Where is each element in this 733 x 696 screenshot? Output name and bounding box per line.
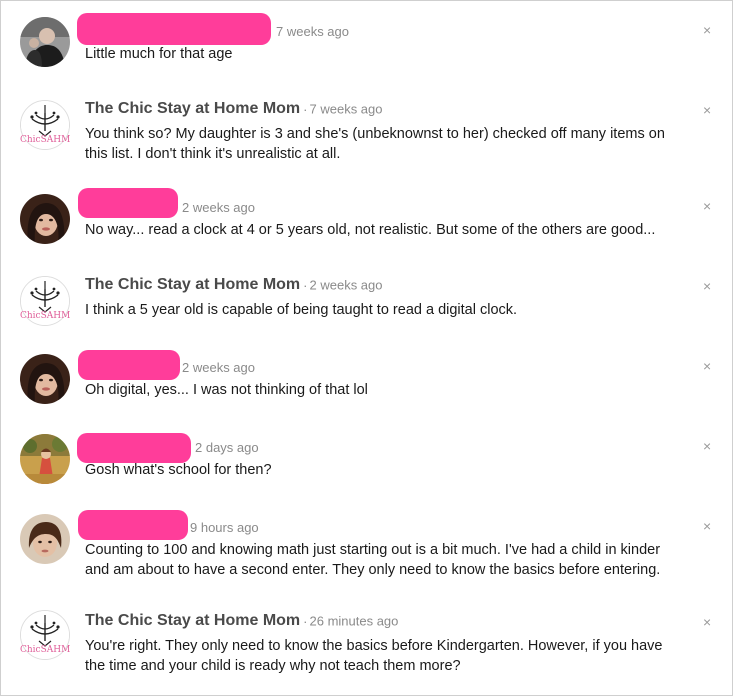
comment-text: Counting to 100 and knowing math just st… xyxy=(85,542,661,578)
comment-author[interactable]: The Chic Stay at Home Mom xyxy=(85,100,300,117)
comment-timestamp: 2 weeks ago xyxy=(309,277,383,293)
separator-dot: · xyxy=(303,101,308,117)
close-icon[interactable]: × xyxy=(703,359,711,373)
separator-dot: · xyxy=(303,613,308,629)
comments-panel: 7 weeks ago Little much for that age × C… xyxy=(0,0,733,696)
comment-text: I think a 5 year old is capable of being… xyxy=(85,302,518,318)
avatar[interactable] xyxy=(20,354,70,404)
redacted-author-name xyxy=(77,433,191,463)
garden-photo-icon xyxy=(20,434,70,484)
redacted-author-name xyxy=(77,13,271,45)
comment-text: No way... read a clock at 4 or 5 years o… xyxy=(85,222,656,238)
woman-photo-icon xyxy=(20,354,70,404)
comment-text: Oh digital, yes... I was not thinking of… xyxy=(85,382,368,398)
close-icon[interactable]: × xyxy=(703,23,711,37)
redacted-author-name xyxy=(78,350,180,380)
avatar[interactable] xyxy=(20,514,70,564)
comment-header: The Chic Stay at Home Mom · 7 weeks ago xyxy=(85,100,383,122)
close-icon[interactable]: × xyxy=(703,279,711,293)
separator-dot: · xyxy=(303,277,308,293)
close-icon[interactable]: × xyxy=(703,199,711,213)
avatar[interactable] xyxy=(20,194,70,244)
close-icon[interactable]: × xyxy=(703,615,711,629)
close-icon[interactable]: × xyxy=(703,439,711,453)
avatar[interactable] xyxy=(20,434,70,484)
redacted-author-name xyxy=(78,188,178,218)
comment-header: The Chic Stay at Home Mom · 2 weeks ago xyxy=(85,276,383,298)
comment-timestamp: 2 weeks ago xyxy=(182,200,255,215)
comment-timestamp: 26 minutes ago xyxy=(309,613,399,629)
comment-text: Gosh what's school for then? xyxy=(85,462,272,478)
comment-author[interactable]: The Chic Stay at Home Mom xyxy=(85,612,300,629)
logo-text: ChicSAHM xyxy=(20,311,71,321)
close-icon[interactable]: × xyxy=(703,103,711,117)
redacted-author-name xyxy=(78,510,188,540)
woman-photo-icon xyxy=(20,194,70,244)
close-icon[interactable]: × xyxy=(703,519,711,533)
comment-timestamp: 7 weeks ago xyxy=(276,24,349,39)
avatar[interactable] xyxy=(20,17,70,67)
logo-text: ChicSAHM xyxy=(20,135,71,145)
comment-text: You think so? My daughter is 3 and she's… xyxy=(85,126,665,162)
comment-text: Little much for that age xyxy=(85,46,233,62)
man-photo-icon xyxy=(20,17,70,67)
comment-timestamp: 7 weeks ago xyxy=(309,101,383,117)
comment-text: You're right. They only need to know the… xyxy=(85,638,663,674)
comment-author[interactable]: The Chic Stay at Home Mom xyxy=(85,276,300,293)
woman-photo-2-icon xyxy=(20,514,70,564)
comment-timestamp: 9 hours ago xyxy=(190,520,259,535)
logo-text: ChicSAHM xyxy=(20,645,71,655)
comment-header: The Chic Stay at Home Mom · 26 minutes ago xyxy=(85,612,398,634)
comment-timestamp: 2 days ago xyxy=(195,440,259,455)
comment-timestamp: 2 weeks ago xyxy=(182,360,255,375)
